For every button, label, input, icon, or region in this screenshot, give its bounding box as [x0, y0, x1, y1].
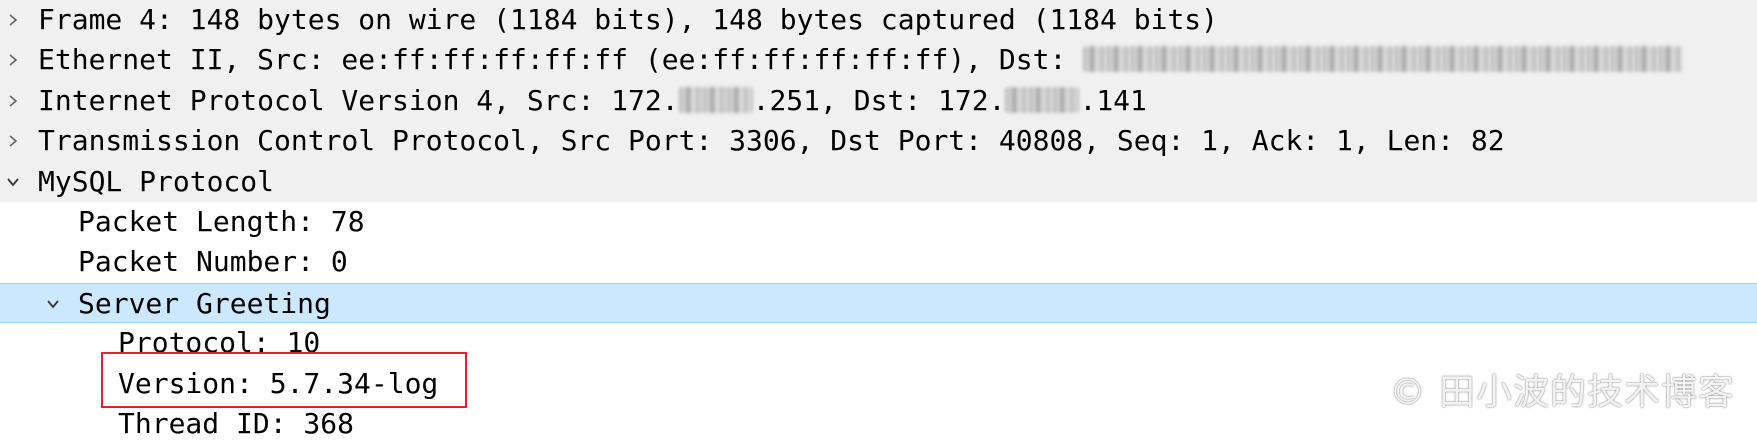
chevron-down-icon[interactable]	[42, 284, 64, 324]
tcp-summary: Transmission Control Protocol, Src Port:…	[38, 124, 1505, 158]
tree-row-ip[interactable]: Internet Protocol Version 4, Src: 172. .2…	[0, 80, 1757, 122]
mysql-summary: MySQL Protocol	[38, 164, 275, 198]
packet-length-field: Packet Length: 78	[78, 204, 365, 238]
tree-row-frame[interactable]: Frame 4: 148 bytes on wire (1184 bits), …	[0, 0, 1757, 41]
tree-row-mysql[interactable]: MySQL Protocol	[0, 161, 1757, 202]
tree-row-packet-number[interactable]: Packet Number: 0	[0, 242, 1757, 282]
tree-row-ethernet[interactable]: Ethernet II, Src: ee:ff:ff:ff:ff:ff (ee:…	[0, 40, 1757, 81]
tree-row-tcp[interactable]: Transmission Control Protocol, Src Port:…	[0, 121, 1757, 162]
ethernet-summary: Ethernet II, Src: ee:ff:ff:ff:ff:ff (ee:…	[38, 40, 1684, 80]
ip-summary: Internet Protocol Version 4, Src: 172. .2…	[38, 81, 1147, 121]
ip-summary-part-b: .251, Dst: 172.	[752, 83, 1006, 117]
redacted-dst-ip	[1005, 86, 1080, 113]
redacted-mac-address	[1083, 46, 1684, 73]
frame-summary: Frame 4: 148 bytes on wire (1184 bits), …	[38, 3, 1219, 36]
version-highlight-box	[101, 352, 467, 408]
packet-number-field: Packet Number: 0	[78, 245, 348, 279]
tree-row-packet-length[interactable]: Packet Length: 78	[0, 202, 1757, 242]
watermark: © 田小波的技术博客	[1389, 372, 1735, 413]
ip-summary-part-c: .141	[1079, 83, 1147, 117]
ip-summary-part-a: Internet Protocol Version 4, Src: 172.	[38, 83, 679, 117]
chevron-down-icon[interactable]	[2, 162, 24, 202]
redacted-src-ip	[678, 86, 753, 113]
server-greeting-label: Server Greeting	[78, 286, 331, 320]
tree-row-server-greeting[interactable]: Server Greeting	[0, 282, 1757, 324]
ethernet-summary-label: Ethernet II, Src: ee:ff:ff:ff:ff:ff (ee:…	[38, 43, 1084, 77]
thread-id-field: Thread ID: 368	[118, 406, 355, 440]
chevron-right-icon[interactable]	[2, 121, 24, 161]
chevron-right-icon[interactable]	[2, 81, 24, 121]
chevron-right-icon[interactable]	[2, 0, 24, 40]
chevron-right-icon[interactable]	[2, 40, 24, 80]
